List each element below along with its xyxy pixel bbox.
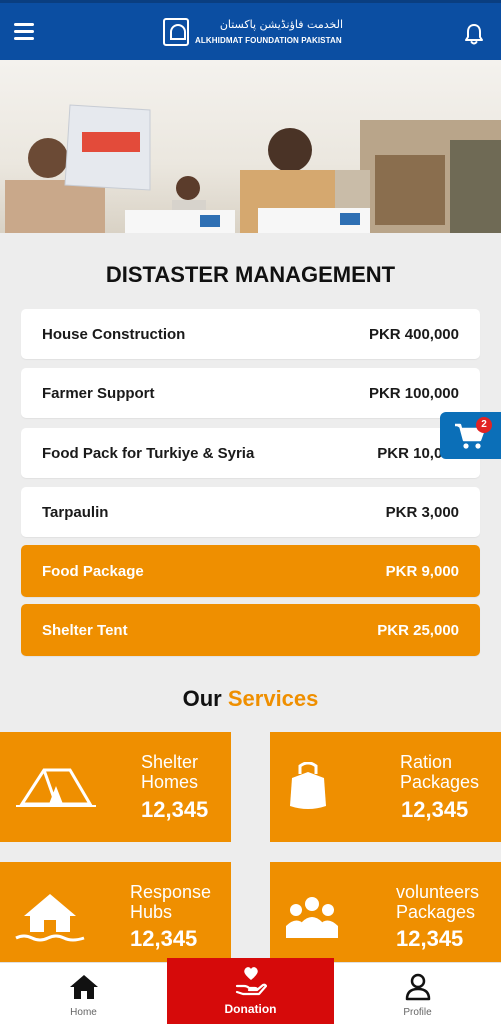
logo-mark-icon [163, 18, 189, 46]
nav-donation-label: Donation [224, 1002, 277, 1016]
nav-donation[interactable]: Donation [167, 958, 334, 1024]
item-name: House Construction [42, 325, 186, 343]
donation-item-food-package[interactable]: Food Package PKR 9,000 [21, 545, 480, 597]
donation-item-house-construction[interactable]: House Construction PKR 400,000 [21, 309, 480, 359]
service-card-volunteers-packages[interactable]: volunteers Packages 12,345 [270, 862, 501, 962]
donation-item-food-pack-turkiye-syria[interactable]: Food Pack for Turkiye & Syria PKR 10,000 [21, 428, 480, 478]
item-name: Shelter Tent [42, 621, 128, 639]
service-count: 12,345 [401, 797, 469, 822]
flood-house-icon [15, 894, 85, 942]
notification-bell-icon[interactable] [464, 23, 484, 45]
services-title-prefix: Our [182, 686, 222, 711]
services-title-accent: Services [227, 686, 319, 711]
home-icon [70, 975, 98, 999]
tent-icon [16, 768, 96, 807]
service-count: 12,345 [130, 926, 198, 951]
donation-hand-heart-icon [235, 967, 267, 996]
service-label: Shelter Homes [141, 752, 199, 792]
service-label: Ration Packages [400, 752, 480, 792]
cart-count-badge: 2 [476, 417, 492, 433]
service-count: 12,345 [141, 797, 209, 822]
nav-home-label: Home [70, 1007, 97, 1018]
cart-button[interactable]: 2 [440, 412, 501, 459]
service-count: 12,345 [396, 926, 464, 951]
app-header: الخدمت فاؤنڈیشن پاکستان ALKHIDMAT FOUNDA… [0, 0, 501, 60]
ration-bag-icon [290, 762, 326, 809]
donation-item-shelter-tent[interactable]: Shelter Tent PKR 25,000 [21, 604, 480, 656]
people-group-icon [286, 897, 338, 938]
logo-urdu-text: الخدمت فاؤنڈیشن پاکستان [219, 18, 343, 31]
donation-item-tarpaulin[interactable]: Tarpaulin PKR 3,000 [21, 487, 480, 537]
item-price: PKR 25,000 [377, 621, 459, 639]
services-title: Our Services [0, 686, 501, 712]
item-price: PKR 100,000 [368, 384, 459, 402]
hamburger-menu-icon[interactable] [14, 23, 34, 41]
service-label: Response Hubs [130, 882, 212, 922]
service-card-response-hubs[interactable]: Response Hubs 12,345 [0, 862, 231, 962]
item-price: PKR 400,000 [368, 325, 459, 343]
service-card-shelter-homes[interactable]: Shelter Homes 12,345 [0, 732, 231, 842]
item-price: PKR 9,000 [385, 562, 459, 580]
item-name: Food Pack for Turkiye & Syria [42, 444, 255, 462]
profile-icon [405, 973, 431, 1001]
hero-banner-image [0, 60, 501, 233]
service-label: volunteers Packages [396, 882, 480, 922]
nav-profile-label: Profile [403, 1007, 432, 1018]
logo-english-text: ALKHIDMAT FOUNDATION PAKISTAN [195, 36, 342, 45]
item-name: Food Package [42, 562, 144, 580]
item-name: Tarpaulin [42, 503, 109, 521]
item-price: PKR 3,000 [385, 503, 459, 521]
item-name: Farmer Support [42, 384, 155, 402]
nav-home[interactable]: Home [0, 963, 167, 1024]
section-title: DISTASTER MANAGEMENT [105, 262, 396, 287]
alkhidmat-logo: الخدمت فاؤنڈیشن پاکستان ALKHIDMAT FOUNDA… [163, 17, 343, 49]
nav-profile[interactable]: Profile [334, 963, 501, 1024]
donation-item-farmer-support[interactable]: Farmer Support PKR 100,000 [21, 368, 480, 418]
service-card-ration-packages[interactable]: Ration Packages 12,345 [270, 732, 501, 842]
